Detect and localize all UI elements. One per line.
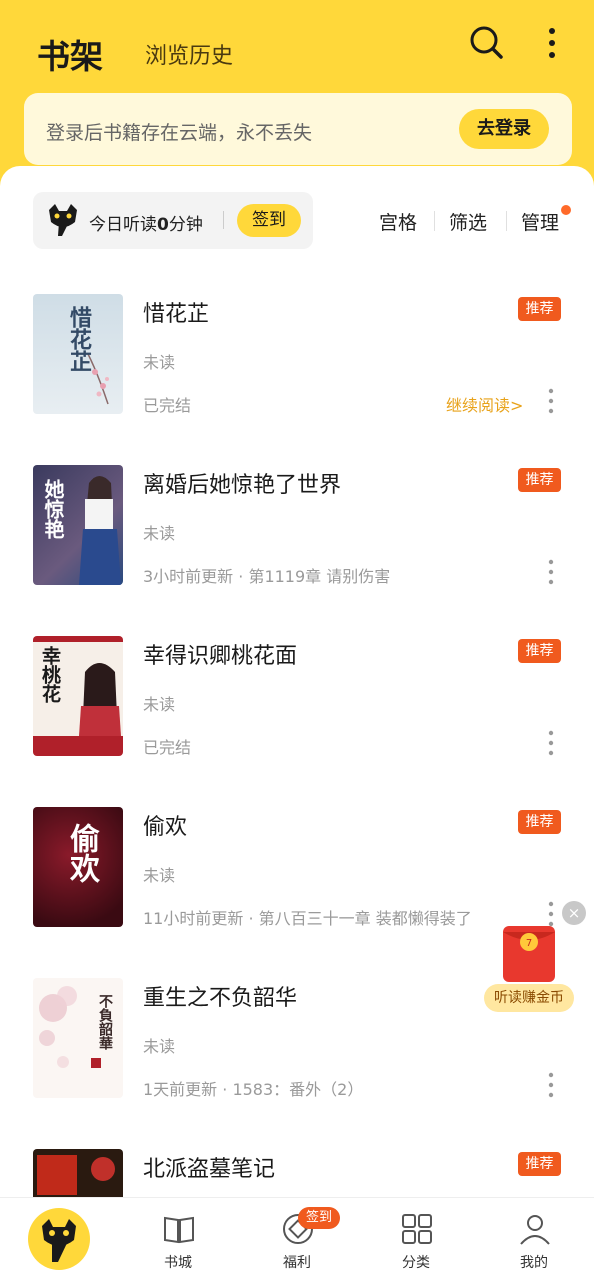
recommend-badge: 推荐 bbox=[518, 810, 561, 834]
update-info: 已完结 bbox=[143, 738, 192, 757]
recommend-badge: 推荐 bbox=[518, 639, 561, 663]
read-status: 未读 bbox=[143, 695, 176, 714]
nav-category[interactable]: 分类 bbox=[376, 1212, 456, 1278]
listen-time-text: 今日听读0分钟 bbox=[89, 215, 203, 235]
recommend-badge: 推荐 bbox=[518, 297, 561, 321]
divider bbox=[506, 211, 507, 231]
close-icon[interactable]: × bbox=[562, 901, 586, 925]
grid-view-button[interactable]: 宫格 bbox=[379, 208, 417, 235]
book-title: 偷欢 bbox=[143, 815, 188, 840]
recommend-badge: 推荐 bbox=[518, 468, 561, 492]
read-status: 未读 bbox=[143, 866, 176, 885]
book-title: 离婚后她惊艳了世界 bbox=[143, 473, 342, 498]
bookshelf-home-icon[interactable] bbox=[28, 1208, 90, 1270]
svg-text:7: 7 bbox=[526, 938, 532, 949]
update-info: 已完结 bbox=[143, 396, 192, 415]
read-status: 未读 bbox=[143, 353, 176, 372]
nav-label: 书城 bbox=[164, 1255, 192, 1271]
checkin-badge: 签到 bbox=[298, 1207, 340, 1229]
filter-button[interactable]: 筛选 bbox=[449, 208, 487, 235]
more-vertical-icon[interactable] bbox=[540, 26, 564, 60]
book-cover[interactable] bbox=[33, 1149, 123, 1197]
book-item[interactable]: 惜花芷 惜花芷 未读 已完结 推荐 继续阅读> bbox=[0, 294, 594, 444]
book-item[interactable]: 幸桃花 幸得识卿桃花面 未读 已完结 推荐 bbox=[0, 636, 594, 786]
notification-dot bbox=[561, 205, 571, 215]
recommend-badge: 推荐 bbox=[518, 1152, 561, 1176]
read-status: 未读 bbox=[143, 524, 176, 543]
more-vertical-icon[interactable] bbox=[547, 559, 555, 585]
continue-reading-link[interactable]: 继续阅读> bbox=[446, 392, 523, 416]
listen-earn-coins-label: 听读赚金币 bbox=[484, 984, 574, 1012]
book-open-icon bbox=[162, 1212, 196, 1246]
page-title: 书架 bbox=[37, 37, 103, 76]
divider bbox=[223, 211, 224, 229]
book-title: 惜花芷 bbox=[143, 302, 210, 327]
nav-bookstore[interactable]: 书城 bbox=[138, 1212, 218, 1278]
more-vertical-icon[interactable] bbox=[547, 730, 555, 756]
more-vertical-icon[interactable] bbox=[547, 1072, 555, 1098]
login-banner: 登录后书籍存在云端，永不丢失 去登录 bbox=[24, 93, 572, 165]
book-item[interactable]: 她惊艳 离婚后她惊艳了世界 未读 3小时前更新 · 第1119章 请别伤害 推荐 bbox=[0, 465, 594, 615]
book-cover[interactable]: 不負韶華 bbox=[33, 978, 123, 1098]
grid-icon bbox=[400, 1212, 434, 1246]
nav-label: 分类 bbox=[402, 1255, 430, 1271]
book-title: 幸得识卿桃花面 bbox=[143, 644, 298, 669]
book-cover[interactable]: 惜花芷 bbox=[33, 294, 123, 414]
update-info: 3小时前更新 · 第1119章 请别伤害 bbox=[143, 567, 391, 586]
book-title: 北派盗墓笔记 bbox=[143, 1157, 276, 1182]
manage-button[interactable]: 管理 bbox=[521, 208, 559, 235]
read-status: 未读 bbox=[143, 1037, 176, 1056]
book-item[interactable]: 北派盗墓笔记 推荐 bbox=[0, 1149, 594, 1197]
cat-logo-icon bbox=[45, 202, 81, 238]
book-cover[interactable]: 她惊艳 bbox=[33, 465, 123, 585]
login-button[interactable]: 去登录 bbox=[459, 109, 549, 149]
nav-label: 福利 bbox=[283, 1255, 311, 1271]
book-cover[interactable]: 偷欢 bbox=[33, 807, 123, 927]
book-cover[interactable]: 幸桃花 bbox=[33, 636, 123, 756]
book-title: 重生之不负韶华 bbox=[143, 986, 298, 1011]
divider bbox=[434, 211, 435, 231]
more-vertical-icon[interactable] bbox=[547, 901, 555, 927]
nav-profile[interactable]: 我的 bbox=[494, 1212, 574, 1278]
tab-browse-history[interactable]: 浏览历史 bbox=[145, 38, 233, 70]
more-vertical-icon[interactable] bbox=[547, 388, 555, 414]
update-info: 11小时前更新 · 第八百三十一章 装都懒得装了 bbox=[143, 909, 472, 928]
login-hint-text: 登录后书籍存在云端，永不丢失 bbox=[46, 122, 313, 144]
checkin-button[interactable]: 签到 bbox=[237, 204, 301, 237]
nav-label: 我的 bbox=[520, 1255, 548, 1271]
update-info: 1天前更新 · 1583：番外（2） bbox=[143, 1080, 364, 1099]
red-envelope-icon: 7 bbox=[503, 926, 555, 982]
bottom-navigation: 书城 福利 分类 我的 bbox=[0, 1197, 594, 1280]
listen-earn-coins-widget[interactable]: 7 听读赚金币 bbox=[484, 926, 574, 1012]
listen-time-pill: 今日听读0分钟 签到 bbox=[33, 192, 313, 249]
search-icon[interactable] bbox=[468, 24, 506, 62]
user-icon bbox=[518, 1212, 552, 1246]
